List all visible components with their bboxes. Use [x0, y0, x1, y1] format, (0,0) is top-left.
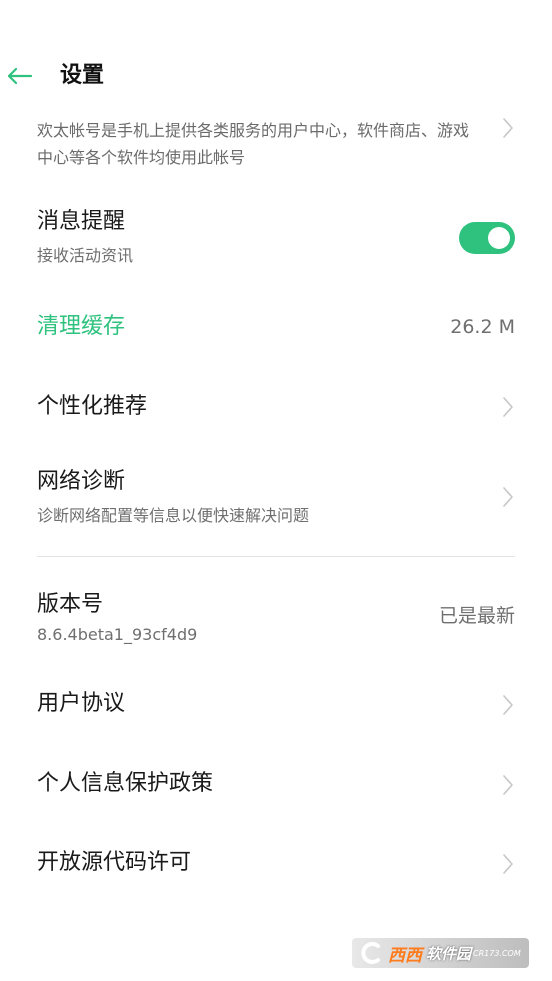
personalized-title: 个性化推荐 — [37, 394, 148, 419]
clear-cache-title: 清理缓存 — [37, 314, 126, 339]
clear-cache-row[interactable]: 清理缓存 26.2 M — [37, 312, 515, 344]
account-row[interactable]: 欢太帐号是手机上提供各类服务的用户中心，软件商店、游戏中心等各个软件均使用此帐号 — [37, 117, 515, 173]
chevron-right-icon — [501, 117, 515, 139]
personalized-row[interactable]: 个性化推荐 — [37, 392, 515, 424]
open-source-row[interactable]: 开放源代码许可 — [37, 848, 515, 880]
network-diagnosis-row[interactable]: 网络诊断 诊断网络配置等信息以便快速解决问题 — [37, 467, 515, 531]
watermark-logo: 西西 软件园 CR173.COM — [352, 935, 532, 971]
watermark-c-icon — [361, 942, 380, 964]
notification-subtitle: 接收活动资讯 — [37, 246, 134, 265]
watermark-domain: CR173.COM — [473, 948, 521, 958]
chevron-right-icon — [501, 396, 515, 418]
cache-size: 26.2 M — [450, 316, 515, 338]
user-agreement-title: 用户协议 — [37, 691, 126, 716]
notification-row: 消息提醒 接收活动资讯 — [37, 207, 515, 271]
section-divider — [37, 556, 515, 557]
network-title: 网络诊断 — [37, 469, 126, 494]
network-subtitle: 诊断网络配置等信息以便快速解决问题 — [37, 506, 310, 525]
privacy-policy-row[interactable]: 个人信息保护政策 — [37, 769, 515, 801]
account-description: 欢太帐号是手机上提供各类服务的用户中心，软件商店、游戏中心等各个软件均使用此帐号 — [37, 121, 470, 167]
header: 设置 — [0, 52, 552, 100]
chevron-right-icon — [501, 694, 515, 716]
version-status: 已是最新 — [438, 605, 515, 627]
arrow-left-icon — [7, 67, 33, 85]
open-source-title: 开放源代码许可 — [37, 850, 192, 875]
user-agreement-row[interactable]: 用户协议 — [37, 689, 515, 721]
notification-title: 消息提醒 — [37, 209, 126, 234]
version-row[interactable]: 版本号 8.6.4beta1_93cf4d9 已是最新 — [37, 590, 515, 648]
privacy-title: 个人信息保护政策 — [37, 771, 214, 796]
back-button[interactable] — [4, 62, 34, 90]
chevron-right-icon — [501, 774, 515, 796]
notification-toggle[interactable] — [459, 222, 515, 254]
page-title: 设置 — [60, 63, 105, 88]
chevron-right-icon — [501, 853, 515, 875]
watermark-badge: 西西 软件园 CR173.COM — [352, 938, 529, 968]
toggle-knob — [488, 227, 510, 249]
chevron-right-icon — [501, 486, 515, 508]
watermark-brand-cn: 西西 — [388, 945, 422, 966]
watermark-brand-text: 软件园 — [426, 944, 472, 963]
